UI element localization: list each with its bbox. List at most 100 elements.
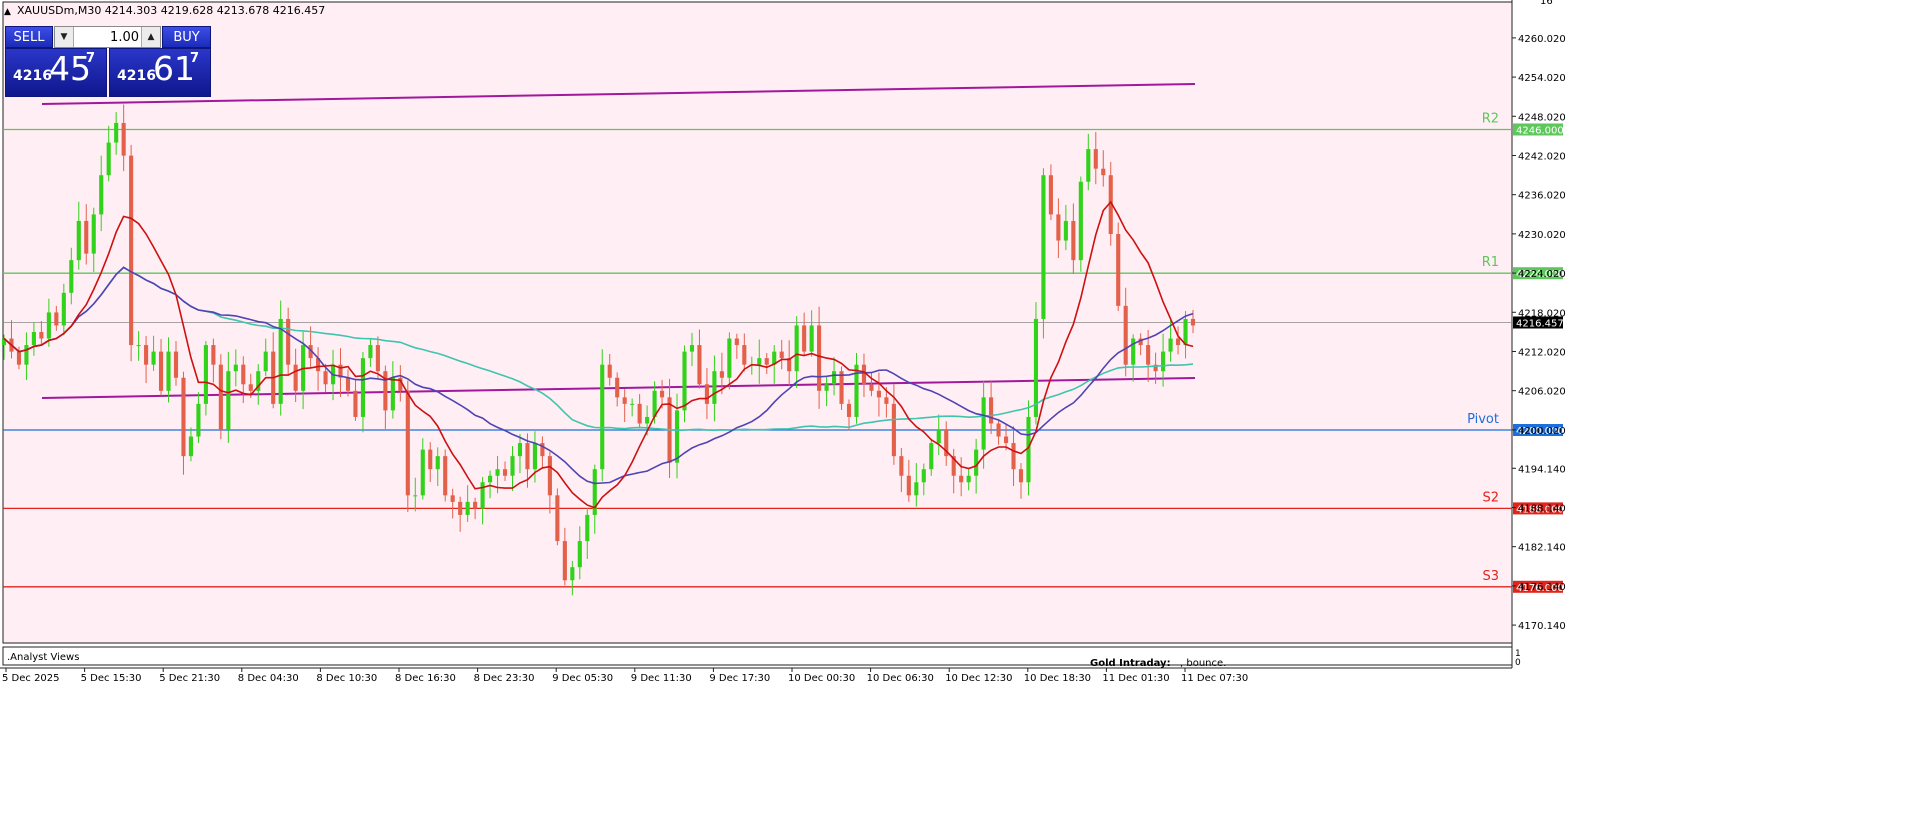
- candle-body: [495, 469, 500, 476]
- candle-body: [764, 358, 769, 365]
- candle-body: [345, 377, 351, 391]
- candle-body: [196, 403, 201, 437]
- candle-body: [1056, 214, 1061, 241]
- candle-body: [996, 423, 1001, 437]
- candle: [1116, 222, 1121, 311]
- candle-body: [450, 495, 455, 502]
- sell-price-big: 45: [49, 49, 91, 88]
- level-price-label: 4246.000: [1516, 125, 1564, 136]
- lot-size-control: ▼ ▲: [54, 26, 161, 48]
- candle-body: [375, 345, 380, 372]
- candle-body: [779, 351, 784, 359]
- lot-size-input[interactable]: [75, 28, 139, 46]
- sell-price-button[interactable]: 4216 45 7: [5, 48, 107, 97]
- candle-body: [1003, 436, 1009, 444]
- candle-body: [1018, 469, 1024, 483]
- candle-body: [114, 122, 119, 143]
- indicator-label: .Analyst Views: [7, 652, 79, 663]
- price-tick-label: 4188.140: [1518, 503, 1566, 514]
- candle-body: [794, 325, 799, 372]
- buy-button[interactable]: BUY: [162, 26, 211, 48]
- candle-body: [69, 260, 74, 293]
- time-tick-label: 10 Dec 00:30: [788, 673, 855, 684]
- level-name-r2: R2: [1482, 111, 1499, 126]
- time-tick-label: 8 Dec 23:30: [474, 673, 535, 684]
- price-tick-label: 4224.020: [1518, 269, 1566, 280]
- candle-body: [1116, 234, 1121, 306]
- candle-body: [585, 514, 590, 542]
- candle-body: [46, 312, 51, 339]
- menu-triangle-icon[interactable]: ▲: [4, 7, 11, 17]
- time-tick-label: 10 Dec 12:30: [945, 673, 1012, 684]
- price-tick-label: 4218.020: [1518, 308, 1566, 319]
- candle-body: [510, 456, 515, 476]
- one-click-trading-panel: SELL ▼ ▲ BUY 4216 45 7 4216 61 7: [5, 26, 211, 97]
- candle-body: [16, 351, 22, 365]
- candle-body: [704, 384, 709, 404]
- candle-body: [1161, 351, 1166, 372]
- price-tick-label: 4176.140: [1518, 582, 1566, 593]
- candle-body: [615, 377, 620, 398]
- price-chart[interactable]: ▲ XAUUSDm,M30 4214.303 4219.628 4213.678…: [0, 0, 1916, 840]
- candle-body: [76, 220, 81, 261]
- candle-body: [286, 318, 291, 365]
- candle: [839, 366, 844, 410]
- price-tick-label: 4248.020: [1518, 112, 1566, 123]
- candle-body: [248, 384, 253, 391]
- candle-body: [712, 371, 717, 404]
- candle-body: [241, 364, 246, 385]
- candle-body: [1041, 175, 1046, 319]
- candle-body: [1183, 318, 1188, 346]
- gold-intraday-text: , bounce.: [1180, 658, 1226, 669]
- candle-body: [697, 345, 702, 385]
- level-name-s2: S2: [1482, 490, 1499, 505]
- candle-body: [99, 175, 104, 215]
- price-tick-label: 4170.140: [1518, 621, 1566, 632]
- time-tick-label: 8 Dec 04:30: [238, 673, 299, 684]
- lot-decrease-arrow-icon[interactable]: ▼: [55, 27, 74, 47]
- candle: [129, 144, 134, 362]
- candle-body: [966, 475, 971, 483]
- candle-body: [742, 345, 747, 365]
- time-tick-label: 10 Dec 18:30: [1024, 673, 1091, 684]
- candle-body: [899, 456, 904, 476]
- candle-body: [861, 364, 867, 385]
- lot-increase-arrow-icon[interactable]: ▲: [141, 27, 160, 47]
- price-tick-label: 4182.140: [1518, 543, 1566, 554]
- candle-body: [802, 325, 807, 352]
- candle-body: [360, 358, 365, 417]
- candle-body: [1086, 149, 1091, 182]
- candle-body: [1048, 175, 1053, 215]
- candle-body: [166, 351, 171, 391]
- candle-body: [226, 371, 231, 430]
- sell-price-sup: 7: [86, 51, 96, 66]
- indicator-scale-bottom: 0: [1515, 658, 1521, 668]
- candle-body: [84, 220, 89, 254]
- candle-body: [1071, 220, 1076, 261]
- gold-intraday-label: Gold Intraday:: [1090, 658, 1171, 669]
- candle-body: [674, 410, 680, 463]
- candle: [1078, 176, 1083, 272]
- sell-price-prefix: 4216: [13, 68, 52, 84]
- time-tick-label: 8 Dec 10:30: [316, 673, 377, 684]
- candle-body: [405, 390, 410, 496]
- time-tick-label: 9 Dec 05:30: [552, 673, 613, 684]
- candle-body: [1168, 338, 1173, 352]
- candle-body: [1123, 305, 1128, 365]
- candle-body: [61, 292, 66, 326]
- candle-body: [929, 443, 934, 470]
- candle-body: [443, 456, 448, 496]
- candle-body: [660, 390, 665, 398]
- level-name-s3: S3: [1482, 569, 1499, 584]
- candle-body: [1101, 168, 1106, 176]
- buy-price-button[interactable]: 4216 61 7: [109, 48, 211, 97]
- candle-body: [637, 403, 642, 424]
- candle: [555, 488, 560, 546]
- sell-button[interactable]: SELL: [5, 26, 53, 48]
- candle-body: [936, 430, 941, 444]
- price-tick-label: 4200.020: [1518, 426, 1566, 437]
- candle-body: [158, 351, 164, 391]
- candle-body: [211, 345, 216, 365]
- candle-body: [906, 475, 911, 496]
- buy-price-big: 61: [153, 49, 195, 88]
